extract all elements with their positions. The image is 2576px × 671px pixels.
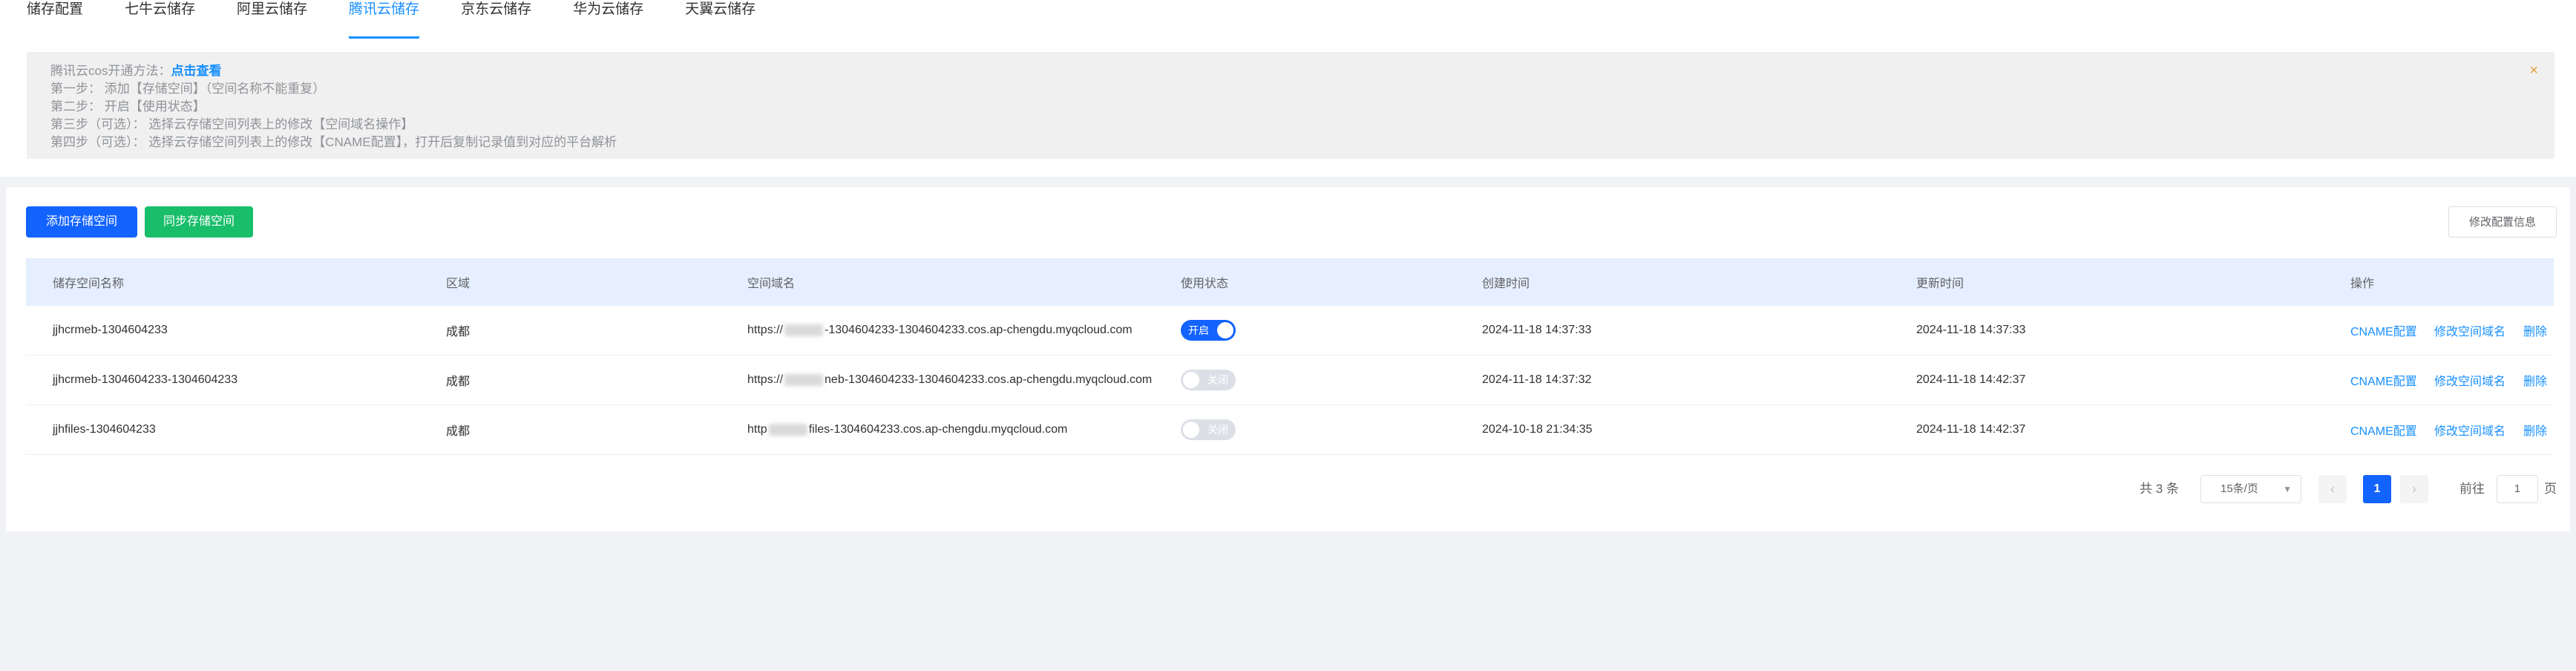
- row-domain: https:// neb-1304604233-1304604233.cos.ap…: [747, 373, 1152, 387]
- tab-aliyun[interactable]: 阿里云储存: [237, 0, 307, 40]
- row-created: 2024-10-18 21:34:35: [1482, 423, 1593, 436]
- tip-view-link[interactable]: 点击查看: [171, 64, 221, 78]
- table-row: jjhcrmeb-1304604233 成都 https:// -13046042…: [26, 306, 2554, 356]
- row-domain-suffix: files-1304604233.cos.ap-chengdu.myqcloud…: [808, 423, 1068, 436]
- status-toggle[interactable]: 关闭: [1181, 419, 1236, 440]
- cname-config-link[interactable]: CNAME配置: [2350, 421, 2417, 439]
- row-name: jjhcrmeb-1304604233: [53, 324, 168, 336]
- tip-step-2: 第二步： 开启【使用状态】: [50, 99, 206, 114]
- close-icon[interactable]: ×: [2529, 62, 2538, 79]
- row-domain: https:// -1304604233-1304604233.cos.ap-ch…: [747, 324, 1133, 337]
- header-region: 区域: [446, 278, 471, 290]
- setup-tip-alert: 腾讯云cos开通方法：点击查看 第一步： 添加【存储空间】（空间名称不能重复） …: [27, 52, 2554, 159]
- tip-step-3: 第三步（可选）： 选择云存储空间列表上的修改【空间域名操作】: [50, 117, 414, 131]
- row-updated: 2024-11-18 14:42:37: [1916, 373, 2026, 386]
- header-created: 创建时间: [1482, 278, 1530, 290]
- delete-link[interactable]: 删除: [2523, 421, 2547, 439]
- tab-tianyi[interactable]: 天翼云储存: [685, 0, 756, 40]
- edit-domain-link[interactable]: 修改空间域名: [2434, 371, 2505, 389]
- page-suffix: 页: [2544, 482, 2557, 496]
- header-updated: 更新时间: [1916, 278, 1964, 290]
- tip-intro-line: 腾讯云cos开通方法：点击查看: [50, 62, 2531, 80]
- add-storage-button[interactable]: 添加存储空间: [26, 206, 137, 238]
- table-header: 储存空间名称 区域 空间域名 使用状态 创建时间 更新时间 操作: [26, 258, 2554, 306]
- page-size-value: 15条/页: [2221, 482, 2258, 495]
- row-updated: 2024-11-18 14:37:33: [1916, 324, 2026, 336]
- row-name: jjhfiles-1304604233: [53, 423, 156, 436]
- toggle-knob: [1217, 322, 1233, 338]
- goto-label: 前往: [2459, 482, 2485, 496]
- header-name: 储存空间名称: [53, 278, 125, 290]
- header-actions: 操作: [2350, 278, 2375, 290]
- status-toggle-label: 关闭: [1207, 424, 1228, 436]
- cname-config-link[interactable]: CNAME配置: [2350, 321, 2417, 339]
- storage-table: 储存空间名称 区域 空间域名 使用状态 创建时间 更新时间 操作 jjhcrme…: [26, 258, 2554, 455]
- chevron-left-icon: ‹: [2330, 482, 2335, 497]
- toggle-knob: [1183, 372, 1199, 388]
- tip-step-4: 第四步（可选）： 选择云存储空间列表上的修改【CNAME配置】，打开后复制记录值…: [50, 135, 617, 149]
- row-domain: http files-1304604233.cos.ap-chengdu.myqc…: [747, 423, 1067, 436]
- row-domain-prefix: https://: [747, 373, 784, 386]
- redacted-blur: [784, 324, 824, 336]
- row-region: 成都: [446, 326, 471, 338]
- page-number-button[interactable]: 1: [2363, 475, 2391, 503]
- sync-storage-button[interactable]: 同步存储空间: [145, 206, 253, 238]
- status-toggle[interactable]: 开启: [1181, 320, 1236, 341]
- edit-domain-link[interactable]: 修改空间域名: [2434, 421, 2505, 439]
- storage-config-card: 储存配置 七牛云储存 阿里云储存 腾讯云储存 京东云储存 华为云储存 天翼云储存…: [0, 0, 2576, 177]
- tip-intro: 腾讯云cos开通方法：: [50, 64, 171, 78]
- tab-huawei[interactable]: 华为云储存: [573, 0, 643, 40]
- redacted-blur: [768, 423, 807, 436]
- pagination-total: 共 3 条: [2140, 482, 2179, 496]
- delete-link[interactable]: 删除: [2523, 371, 2547, 389]
- row-created: 2024-11-18 14:37:33: [1482, 324, 1592, 336]
- row-domain-prefix: https://: [747, 324, 784, 336]
- tab-tencent[interactable]: 腾讯云储存: [349, 0, 420, 40]
- row-created: 2024-11-18 14:37:32: [1482, 373, 1592, 386]
- header-domain: 空间域名: [747, 278, 796, 290]
- row-name: jjhcrmeb-1304604233-1304604233: [53, 373, 238, 386]
- table-row: jjhcrmeb-1304604233-1304604233 成都 https:…: [26, 356, 2554, 405]
- row-region: 成都: [446, 376, 471, 388]
- prev-page-button[interactable]: ‹: [2318, 475, 2347, 503]
- row-region: 成都: [446, 425, 471, 438]
- row-domain-suffix: -1304604233-1304604233.cos.ap-chengdu.my…: [825, 324, 1133, 336]
- status-toggle-label: 关闭: [1207, 374, 1228, 386]
- chevron-right-icon: ›: [2412, 482, 2416, 497]
- tab-storage-config[interactable]: 储存配置: [27, 0, 83, 40]
- tip-step-1: 第一步： 添加【存储空间】（空间名称不能重复）: [50, 82, 326, 96]
- row-domain-suffix: neb-1304604233-1304604233.cos.ap-chengdu…: [825, 373, 1153, 386]
- row-updated: 2024-11-18 14:42:37: [1916, 423, 2026, 436]
- status-toggle-label: 开启: [1188, 324, 1209, 336]
- next-page-button[interactable]: ›: [2400, 475, 2428, 503]
- storage-list-card: 添加存储空间 同步存储空间 修改配置信息 储存空间名称 区域 空间域名 使用状态…: [6, 187, 2570, 531]
- row-domain-prefix: http: [747, 423, 767, 436]
- edit-config-button[interactable]: 修改配置信息: [2448, 206, 2557, 238]
- storage-tabs: 储存配置 七牛云储存 阿里云储存 腾讯云储存 京东云储存 华为云储存 天翼云储存: [27, 0, 797, 40]
- goto-page-input[interactable]: 1: [2497, 475, 2538, 503]
- redacted-blur: [784, 373, 824, 386]
- cname-config-link[interactable]: CNAME配置: [2350, 371, 2417, 389]
- edit-domain-link[interactable]: 修改空间域名: [2434, 321, 2505, 339]
- toggle-knob: [1183, 422, 1199, 438]
- header-status: 使用状态: [1181, 278, 1229, 290]
- delete-link[interactable]: 删除: [2523, 321, 2547, 339]
- tab-jd[interactable]: 京东云储存: [461, 0, 531, 40]
- table-row: jjhfiles-1304604233 成都 http files-1304604…: [26, 405, 2554, 455]
- chevron-down-icon: ▼: [2283, 484, 2292, 494]
- tab-qiniu[interactable]: 七牛云储存: [125, 0, 195, 40]
- page-size-select[interactable]: 15条/页 ▼: [2200, 475, 2301, 503]
- status-toggle[interactable]: 关闭: [1181, 370, 1236, 390]
